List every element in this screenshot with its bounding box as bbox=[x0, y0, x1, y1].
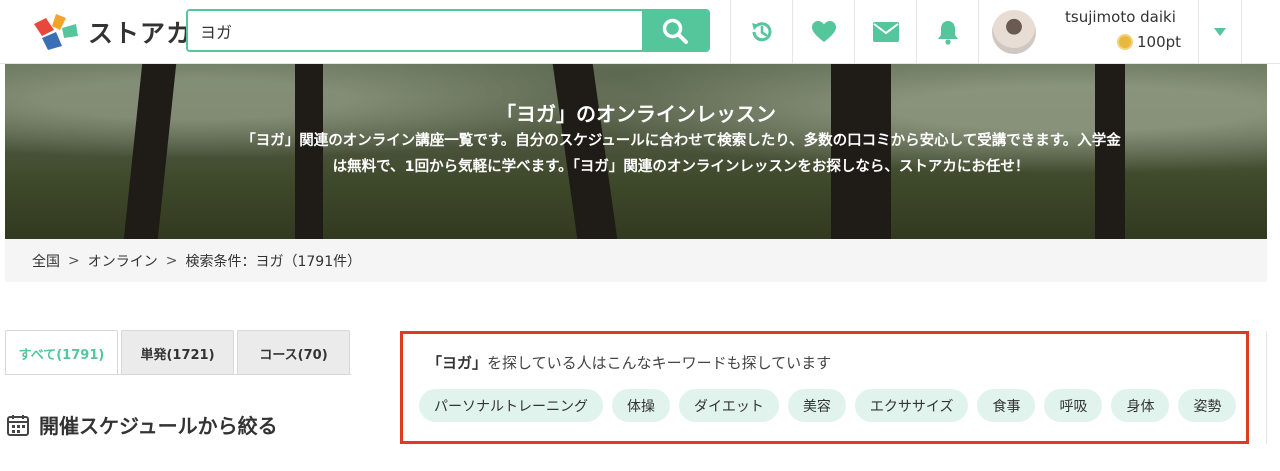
header: ストアカ ヨガ tsujimoto daiki 100pt bbox=[0, 0, 1280, 64]
bell-icon bbox=[937, 21, 958, 45]
user-dropdown-button[interactable] bbox=[1198, 0, 1242, 64]
user-menu[interactable]: tsujimoto daiki 100pt bbox=[978, 0, 1198, 64]
user-points-value: 100pt bbox=[1137, 33, 1182, 51]
tab-single[interactable]: 単発(1721) bbox=[121, 330, 234, 375]
result-tabs: すべて(1791) 単発(1721) コース(70) bbox=[5, 330, 350, 375]
search-button[interactable] bbox=[642, 11, 708, 50]
mail-icon bbox=[872, 22, 899, 42]
keyword-tag[interactable]: 呼吸 bbox=[1044, 389, 1103, 422]
hero-title: 「ヨガ」のオンラインレッスン bbox=[496, 102, 776, 126]
keyword-tag[interactable]: パーソナルトレーニング bbox=[419, 389, 603, 422]
breadcrumb-item-all[interactable]: 全国 bbox=[32, 251, 60, 271]
coin-icon bbox=[1117, 34, 1133, 50]
keyword-tag[interactable]: エクササイズ bbox=[854, 389, 969, 422]
history-icon bbox=[751, 22, 771, 42]
notifications-button[interactable] bbox=[916, 0, 978, 64]
keyword-tag[interactable]: 美容 bbox=[787, 389, 846, 422]
heart-icon bbox=[811, 21, 836, 42]
hero-description: 「ヨガ」関連のオンライン講座一覧です。自分のスケジュールに合わせて検索したり、多… bbox=[241, 133, 1121, 175]
related-keywords-list: パーソナルトレーニング 体操 ダイエット 美容 エクササイズ 食事 呼吸 身体 … bbox=[419, 389, 1237, 422]
related-keywords-heading: 「ヨガ」を探している人はこんなキーワードも探しています bbox=[427, 352, 831, 373]
history-button[interactable] bbox=[730, 0, 792, 64]
keyword-tag[interactable]: 姿勢 bbox=[1178, 389, 1237, 422]
user-points: 100pt bbox=[1117, 33, 1181, 51]
favorites-button[interactable] bbox=[792, 0, 854, 64]
related-keywords-box: 「ヨガ」を探している人はこんなキーワードも探しています パーソナルトレーニング … bbox=[400, 331, 1249, 444]
schedule-filter-heading[interactable]: 開催スケジュールから絞る bbox=[7, 410, 278, 439]
breadcrumb-item-current: 検索条件：ヨガ（1791件） bbox=[185, 253, 362, 270]
panel-edge bbox=[1266, 331, 1267, 444]
tab-course[interactable]: コース(70) bbox=[237, 330, 350, 375]
keyword-tag[interactable]: 体操 bbox=[612, 389, 670, 422]
tab-divider bbox=[5, 374, 351, 375]
breadcrumb: 全国 > オンライン > 検索条件：ヨガ（1791件） bbox=[5, 239, 1267, 282]
logo-text: ストアカ bbox=[88, 19, 193, 48]
keyword-tag[interactable]: 身体 bbox=[1111, 389, 1170, 422]
messages-button[interactable] bbox=[854, 0, 916, 64]
hero-banner: 「ヨガ」のオンラインレッスン 「ヨガ」関連のオンライン講座一覧です。自分のスケジ… bbox=[5, 64, 1267, 239]
related-keywords-query: 「ヨガ」 bbox=[427, 354, 488, 372]
avatar bbox=[992, 10, 1036, 54]
logo[interactable]: ストアカ bbox=[32, 12, 192, 52]
breadcrumb-separator: > bbox=[165, 252, 178, 269]
search-input[interactable] bbox=[188, 11, 642, 50]
calendar-icon bbox=[7, 414, 29, 436]
breadcrumb-separator: > bbox=[68, 252, 80, 269]
breadcrumb-item-online[interactable]: オンライン bbox=[88, 251, 158, 271]
header-icons bbox=[730, 0, 978, 64]
chevron-down-icon bbox=[1214, 28, 1226, 36]
logo-mark-icon bbox=[34, 14, 78, 50]
search-icon bbox=[662, 18, 688, 44]
schedule-filter-label: 開催スケジュールから絞る bbox=[39, 414, 278, 438]
search-bar bbox=[186, 9, 710, 52]
user-name: tsujimoto daiki bbox=[1065, 8, 1176, 26]
tab-all[interactable]: すべて(1791) bbox=[5, 330, 118, 375]
keyword-tag[interactable]: 食事 bbox=[977, 389, 1036, 422]
keyword-tag[interactable]: ダイエット bbox=[679, 389, 779, 422]
related-keywords-text: を探している人はこんなキーワードも探しています bbox=[487, 354, 832, 372]
